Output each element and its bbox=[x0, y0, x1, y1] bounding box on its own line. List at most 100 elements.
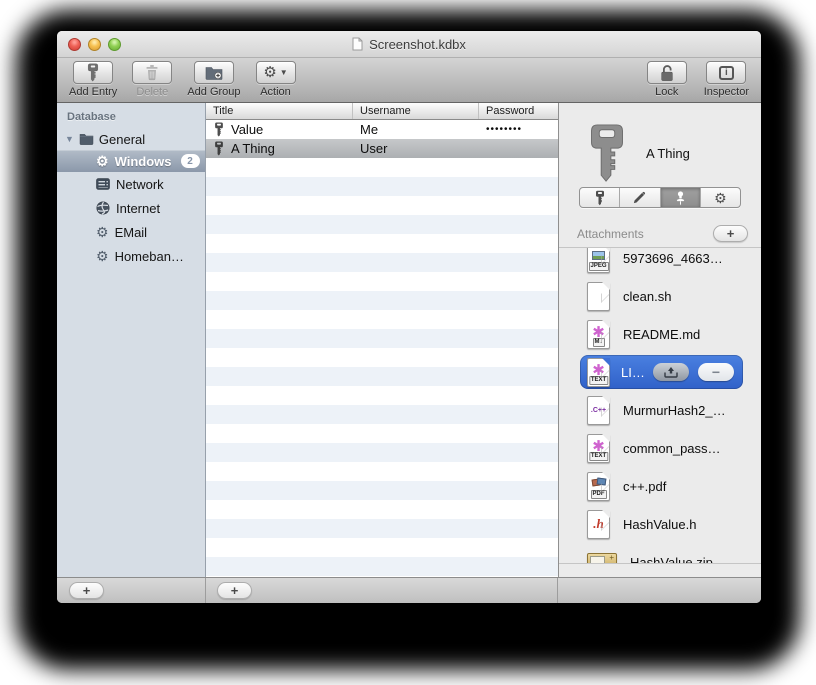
close-button[interactable] bbox=[68, 38, 81, 51]
sidebar-item-homebanking[interactable]: ⚙ Homeban… bbox=[57, 244, 205, 268]
attachment-row[interactable]: ✱ M↓ README.md bbox=[559, 315, 761, 353]
sidebar-add-group-button[interactable]: + bbox=[69, 582, 104, 599]
save-attachment-button[interactable] bbox=[653, 363, 689, 381]
gear-icon: ⚙ bbox=[96, 153, 109, 169]
sidebar-item-email[interactable]: ⚙ EMail bbox=[57, 220, 205, 244]
trash-icon bbox=[146, 65, 158, 81]
tab-notes[interactable] bbox=[620, 188, 661, 207]
text-file-icon: ✱ TEXT bbox=[587, 357, 610, 387]
disclosure-triangle-icon[interactable]: ▼ bbox=[65, 134, 74, 144]
attachment-name: c++.pdf bbox=[623, 478, 667, 494]
lock-label: Lock bbox=[655, 86, 679, 98]
jpeg-file-icon: JPEG bbox=[587, 248, 610, 273]
tab-general[interactable] bbox=[580, 188, 621, 207]
bottom-bar: + + bbox=[57, 577, 761, 603]
sidebar-header: Database bbox=[67, 111, 116, 123]
sidebar: Database ▼ General ⚙ Windows 2 Network I… bbox=[57, 103, 206, 577]
inspector-label: Inspector bbox=[703, 86, 749, 98]
gear-icon: ⚙ bbox=[96, 224, 109, 240]
gear-icon: ⚙ bbox=[263, 64, 277, 81]
zoom-button[interactable] bbox=[108, 38, 121, 51]
attachment-row[interactable]: PDF c++.pdf bbox=[559, 467, 761, 505]
column-header-password[interactable]: Password bbox=[479, 103, 558, 119]
attachment-name: LI… bbox=[621, 364, 645, 380]
key-icon bbox=[215, 141, 223, 156]
count-badge: 2 bbox=[180, 154, 200, 168]
plain-file-icon bbox=[587, 281, 610, 311]
entry-title: A Thing bbox=[231, 141, 275, 156]
table-row-selected[interactable]: A Thing User bbox=[206, 139, 558, 158]
attachment-actions: − bbox=[653, 363, 734, 381]
attachment-row[interactable]: clean.sh bbox=[559, 277, 761, 315]
toolbar: Add Entry Delete Add Group ⚙ ▼ Action Lo… bbox=[57, 58, 761, 103]
sidebar-item-internet[interactable]: Internet bbox=[57, 196, 205, 220]
attachment-name: MurmurHash2_… bbox=[623, 402, 726, 418]
attachment-row[interactable]: HashValue.zip bbox=[559, 543, 761, 564]
add-group-button[interactable]: Add Group bbox=[187, 61, 241, 102]
action-button[interactable]: ⚙ ▼ Action bbox=[255, 61, 296, 102]
document-icon bbox=[352, 37, 363, 51]
attachment-row[interactable]: .h HashValue.h bbox=[559, 505, 761, 543]
tab-advanced[interactable]: ⚙ bbox=[701, 188, 740, 207]
pdf-file-icon: PDF bbox=[587, 471, 610, 501]
pencil-icon bbox=[634, 191, 646, 204]
attachments-header: Attachments + bbox=[577, 225, 748, 242]
attachments-list[interactable]: JPEG 5973696_4663… clean.sh ✱ M↓ README.… bbox=[559, 247, 761, 564]
key-icon bbox=[595, 190, 604, 205]
add-attachment-button[interactable]: + bbox=[713, 225, 748, 242]
sidebar-item-label: EMail bbox=[114, 224, 148, 240]
titlebar[interactable]: Screenshot.kdbx bbox=[57, 31, 761, 58]
attachments-label: Attachments bbox=[577, 226, 644, 241]
text-file-icon: ✱ TEXT bbox=[587, 433, 610, 463]
sidebar-item-network[interactable]: Network bbox=[57, 172, 205, 196]
window-title-area: Screenshot.kdbx bbox=[352, 37, 466, 52]
column-header-title[interactable]: Title bbox=[206, 103, 353, 119]
divider bbox=[205, 578, 206, 603]
gear-icon: ⚙ bbox=[96, 248, 109, 264]
attachment-row[interactable]: .C++ MurmurHash2_… bbox=[559, 391, 761, 429]
inspector-button[interactable]: i Inspector bbox=[704, 61, 749, 102]
traffic-lights bbox=[68, 38, 121, 51]
inspector-header: A Thing bbox=[559, 103, 761, 183]
sidebar-group-label: General bbox=[98, 131, 146, 147]
info-icon: i bbox=[718, 65, 734, 80]
table-row[interactable]: Value Me •••••••• bbox=[206, 120, 558, 139]
tab-attachments[interactable] bbox=[660, 188, 701, 207]
cpp-file-icon: .C++ bbox=[587, 395, 610, 425]
sidebar-group-general[interactable]: ▼ General bbox=[57, 128, 205, 150]
table-header: Title Username Password bbox=[206, 103, 558, 120]
table-add-entry-button[interactable]: + bbox=[217, 582, 252, 599]
lock-button[interactable]: Lock bbox=[646, 61, 687, 102]
sidebar-item-label: Network bbox=[116, 176, 164, 192]
delete-label: Delete bbox=[136, 86, 169, 98]
add-entry-label: Add Entry bbox=[69, 86, 118, 98]
export-icon bbox=[664, 366, 678, 378]
sidebar-item-windows[interactable]: ⚙ Windows 2 bbox=[57, 150, 205, 172]
inspector-panel: A Thing ⚙ Attachments + JPEG 5973696_466… bbox=[558, 103, 761, 577]
inspector-entry-title: A Thing bbox=[646, 145, 690, 161]
attachment-row[interactable]: ✱ TEXT common_pass… bbox=[559, 429, 761, 467]
header-file-icon: .h bbox=[587, 509, 610, 539]
unlock-icon bbox=[661, 64, 673, 81]
attachment-row[interactable]: JPEG 5973696_4663… bbox=[559, 248, 761, 277]
empty-rows-area bbox=[206, 158, 558, 577]
pushpin-icon bbox=[676, 190, 684, 205]
key-icon-large bbox=[591, 124, 623, 182]
attachment-name: clean.sh bbox=[623, 288, 672, 304]
attachment-name: README.md bbox=[623, 326, 701, 342]
divider bbox=[557, 578, 558, 603]
folder-plus-icon bbox=[205, 67, 223, 80]
minimize-button[interactable] bbox=[88, 38, 101, 51]
network-icon bbox=[96, 178, 110, 190]
gear-icon: ⚙ bbox=[714, 189, 727, 206]
app-window: Screenshot.kdbx Add Entry Delete Add Gro… bbox=[57, 31, 761, 603]
delete-button[interactable]: Delete bbox=[132, 61, 173, 102]
chevron-down-icon: ▼ bbox=[279, 68, 288, 77]
remove-attachment-button[interactable]: − bbox=[698, 363, 734, 381]
attachment-row-selected[interactable]: ✱ TEXT LI… − bbox=[580, 355, 743, 389]
markdown-file-icon: ✱ M↓ bbox=[587, 319, 610, 349]
column-header-username[interactable]: Username bbox=[353, 103, 479, 119]
attachment-name: 5973696_4663… bbox=[623, 250, 723, 266]
add-entry-button[interactable]: Add Entry bbox=[69, 61, 117, 102]
attachment-name: HashValue.zip bbox=[630, 554, 713, 564]
